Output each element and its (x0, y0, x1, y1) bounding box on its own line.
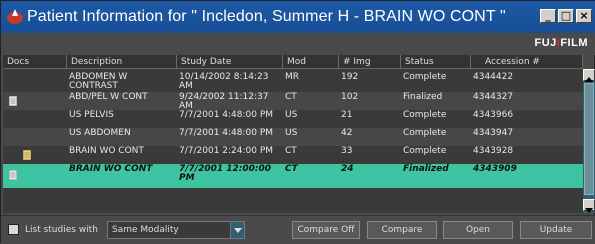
cell-accession: 4344422 (473, 72, 514, 82)
cell-mod: US (285, 128, 298, 138)
cell-mod: CT (285, 164, 298, 174)
scroll-up-button[interactable] (583, 69, 595, 82)
close-button[interactable]: × (576, 9, 592, 23)
arrow-down-icon (585, 208, 593, 213)
cell-img-count: 192 (341, 72, 359, 82)
cell-study-date: 7/7/2001 4:48:00 PM (179, 110, 274, 120)
table-row[interactable]: US ABDOMEN 7/7/2001 4:48:00 PM US 42 Complet… (3, 128, 583, 146)
cell-status: Finalized (403, 164, 449, 174)
list-studies-label: List studies with (25, 225, 98, 235)
brand-logo: FUJiFILM (534, 37, 588, 49)
cell-status: Complete (403, 110, 447, 120)
column-header-study-date[interactable]: Study Date (177, 55, 283, 69)
open-button[interactable]: Open (443, 221, 513, 239)
cell-description: US ABDOMEN (69, 128, 131, 138)
cell-accession: 4343928 (473, 146, 514, 156)
cell-mod: CT (285, 92, 297, 102)
cell-study-date: 7/7/2001 4:48:00 PM (179, 128, 274, 138)
note-icon[interactable] (23, 150, 31, 160)
cell-status: Complete (403, 72, 447, 82)
maximize-button[interactable]: □ (558, 9, 574, 23)
dropdown-arrow-button[interactable] (230, 222, 244, 238)
modality-filter-value: Same Modality (112, 225, 179, 235)
vertical-scrollbar[interactable] (583, 69, 595, 213)
cell-study-date: 7/7/2001 2:24:00 PM (179, 146, 274, 156)
cell-img-count: 24 (341, 164, 354, 174)
cell-mod: US (285, 110, 298, 120)
title-bar: Patient Information for " Incledon, Summ… (1, 1, 595, 33)
studies-table: Docs Description Study Date Mod # Img St… (3, 55, 583, 213)
cell-mod: MR (285, 72, 300, 82)
column-header-status[interactable]: Status (401, 55, 471, 69)
app-icon (7, 9, 23, 24)
cell-status: Complete (403, 128, 447, 138)
cell-mod: CT (285, 146, 297, 156)
brand-bar: FUJiFILM (1, 33, 595, 55)
compare-off-button[interactable]: Compare Off (292, 221, 360, 239)
table-row[interactable]: ABD/PEL W CONT 9/24/2002 11:12:37 AM CT 102… (3, 92, 583, 111)
cell-img-count: 21 (341, 110, 353, 120)
cell-study-date: 9/24/2002 11:12:37 AM (179, 92, 269, 111)
table-row[interactable]: US PELVIS 7/7/2001 4:48:00 PM US 21 Complete… (3, 110, 583, 128)
list-studies-checkbox[interactable] (8, 224, 19, 235)
cell-accession: 4343947 (473, 128, 514, 138)
minimize-button[interactable]: _ (540, 9, 556, 23)
column-header-description[interactable]: Description (67, 55, 177, 69)
cell-study-date: 7/7/2001 12:00:00 PM (179, 164, 272, 183)
cell-description: ABDOMEN W CONTRAST (69, 72, 128, 91)
column-header-accession[interactable]: Accession # (471, 55, 583, 69)
table-row[interactable]: BRAIN WO CONT 7/7/2001 2:24:00 PM CT 33 Comp… (3, 146, 583, 164)
cell-description: BRAIN WO CONT (69, 146, 144, 156)
table-header: Docs Description Study Date Mod # Img St… (3, 55, 583, 69)
cell-accession: 4343966 (473, 110, 514, 120)
document-icon[interactable] (9, 96, 17, 106)
cell-status: Finalized (403, 92, 443, 102)
column-header-docs[interactable]: Docs (3, 55, 67, 69)
cell-img-count: 102 (341, 92, 359, 102)
column-header-img[interactable]: # Img (339, 55, 401, 69)
cell-description: US PELVIS (69, 110, 114, 120)
cell-img-count: 33 (341, 146, 353, 156)
cell-description: ABD/PEL W CONT (69, 92, 148, 102)
chevron-down-icon (234, 228, 242, 233)
cell-status: Complete (403, 146, 447, 156)
cell-accession: 4343909 (473, 164, 517, 174)
table-row-selected[interactable]: BRAIN WO CONT 7/7/2001 12:00:00 PM CT 24 Fin… (3, 164, 583, 188)
modality-filter-select[interactable]: Same Modality (107, 221, 245, 239)
document-icon[interactable] (9, 170, 17, 180)
table-row[interactable]: ABDOMEN W CONTRAST 10/14/2002 8:14:23 AM M… (3, 72, 583, 91)
compare-button[interactable]: Compare (367, 221, 437, 239)
cell-img-count: 42 (341, 128, 353, 138)
column-header-mod[interactable]: Mod (283, 55, 339, 69)
window-title: Patient Information for " Incledon, Summ… (27, 8, 506, 25)
update-button[interactable]: Update (520, 221, 592, 239)
cell-accession: 4344327 (473, 92, 514, 102)
action-bar: List studies with Same Modality Compare … (1, 215, 595, 244)
patient-info-window: Patient Information for " Incledon, Summ… (0, 0, 595, 244)
scroll-thumb[interactable] (584, 83, 594, 195)
cell-study-date: 10/14/2002 8:14:23 AM (179, 72, 269, 91)
scroll-down-button[interactable] (583, 199, 595, 213)
cell-description: BRAIN WO CONT (69, 164, 153, 174)
